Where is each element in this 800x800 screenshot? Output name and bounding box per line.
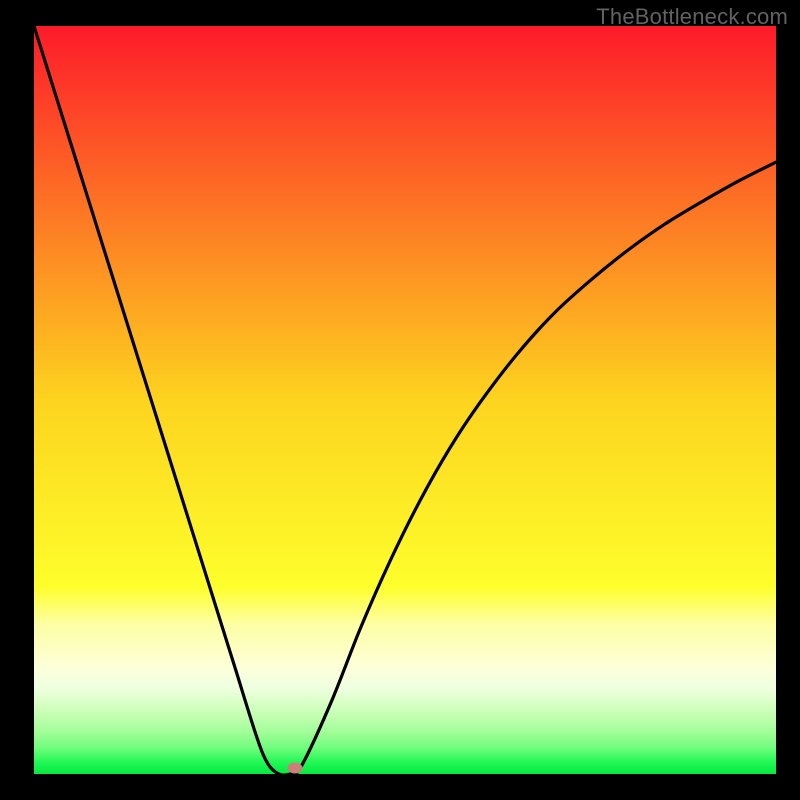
chart-container: TheBottleneck.com (0, 0, 800, 800)
plot-area (34, 26, 776, 774)
watermark-text: TheBottleneck.com (596, 4, 788, 30)
curve-layer (34, 26, 776, 774)
bottleneck-curve (34, 26, 776, 774)
optimal-point-marker (288, 763, 303, 774)
